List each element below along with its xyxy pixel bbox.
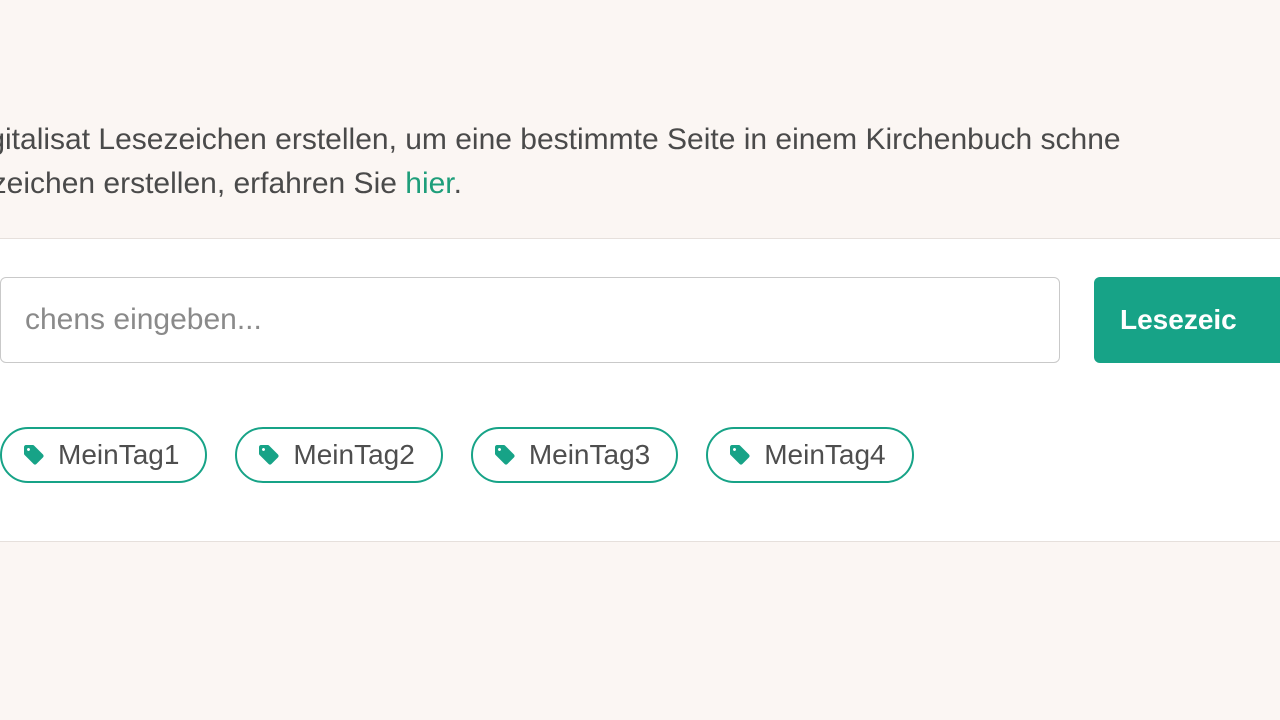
intro-line2-after: . (454, 167, 462, 200)
tag-chip[interactable]: MeinTag3 (471, 427, 678, 483)
tag-icon (728, 443, 752, 467)
intro-text: Digitalisat Lesezeichen erstellen, um ei… (0, 118, 1121, 205)
create-row: Lesezeic (0, 277, 1280, 363)
tag-chip[interactable]: MeinTag1 (0, 427, 207, 483)
tag-icon (493, 443, 517, 467)
bookmark-name-input[interactable] (0, 277, 1060, 363)
page-root: n Digitalisat Lesezeichen erstellen, um … (0, 0, 1280, 720)
intro-line2-left: sezeichen erstellen, erfahren Sie (0, 167, 405, 200)
intro-help-link[interactable]: hier (405, 167, 453, 200)
tag-label: MeinTag4 (764, 439, 885, 471)
tags-row: MeinTag1 MeinTag2 MeinTag3 MeinTag4 (0, 427, 1280, 483)
tag-icon (22, 443, 46, 467)
tag-icon (257, 443, 281, 467)
create-bookmark-button[interactable]: Lesezeic (1094, 277, 1280, 363)
tag-label: MeinTag3 (529, 439, 650, 471)
tag-chip[interactable]: MeinTag4 (706, 427, 913, 483)
bookmark-panel: Lesezeic MeinTag1 MeinTag2 MeinTag3 (0, 238, 1280, 542)
tag-label: MeinTag2 (293, 439, 414, 471)
tag-label: MeinTag1 (58, 439, 179, 471)
tag-chip[interactable]: MeinTag2 (235, 427, 442, 483)
intro-line1: Digitalisat Lesezeichen erstellen, um ei… (0, 123, 1121, 156)
